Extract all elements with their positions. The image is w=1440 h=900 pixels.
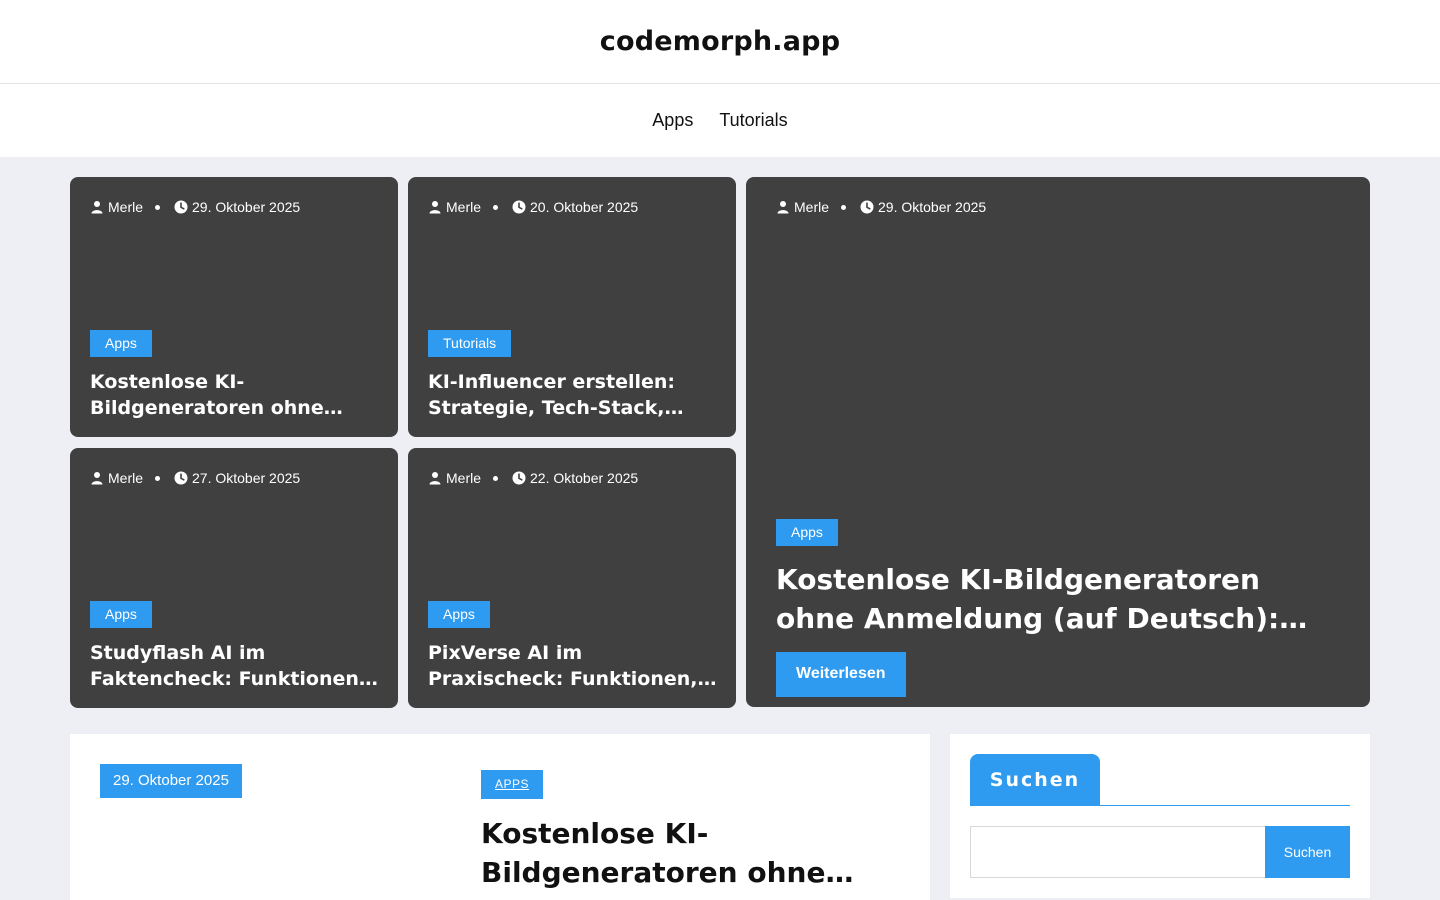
search-button[interactable]: Suchen (1265, 826, 1350, 878)
card-author[interactable]: Merle (446, 470, 481, 486)
site-title-link[interactable]: codemorph.app (600, 26, 840, 57)
meta-separator (841, 204, 847, 210)
card-author[interactable]: Merle (794, 199, 829, 215)
user-icon (91, 201, 103, 214)
card-author[interactable]: Merle (108, 199, 143, 215)
card-date[interactable]: 29. Oktober 2025 (878, 199, 986, 215)
featured-card[interactable]: Merle 20. Oktober 2025 Tutorials KI-Infl… (408, 177, 736, 437)
category-badge[interactable]: Apps (428, 601, 490, 628)
featured-card[interactable]: Merle 27. Oktober 2025 Apps Studyflash A… (70, 448, 398, 708)
sidebar-search-widget: Suchen Suchen (950, 734, 1370, 898)
card-date[interactable]: 22. Oktober 2025 (530, 470, 638, 486)
card-meta: Merle 29. Oktober 2025 (90, 199, 300, 215)
meta-separator (493, 475, 499, 481)
site-header: codemorph.app (0, 0, 1440, 84)
card-meta: Merle 27. Oktober 2025 (90, 470, 300, 486)
card-content: Apps Studyflash AI im Faktencheck: Funkt… (90, 601, 382, 692)
card-date[interactable]: 20. Oktober 2025 (530, 199, 638, 215)
clock-icon (512, 471, 526, 485)
card-content: Apps Kostenlose KI-Bildgeneratoren ohne … (90, 330, 382, 421)
article-category-badge[interactable]: APPS (481, 770, 544, 799)
card-date[interactable]: 27. Oktober 2025 (192, 470, 300, 486)
card-title[interactable]: Kostenlose KI-Bildgeneratoren ohne Anmel… (90, 369, 382, 421)
card-title[interactable]: Kostenlose KI-Bildgeneratoren ohne Anmel… (776, 560, 1340, 638)
main-nav: Apps Tutorials (0, 84, 1440, 157)
meta-separator (155, 204, 161, 210)
widget-title: Suchen (970, 754, 1100, 806)
category-badge[interactable]: Tutorials (428, 330, 512, 357)
category-badge[interactable]: Apps (90, 601, 152, 628)
card-content: Apps Kostenlose KI-Bildgeneratoren ohne … (776, 519, 1340, 697)
card-meta: Merle 22. Oktober 2025 (428, 470, 638, 486)
nav-item-apps[interactable]: Apps (652, 110, 693, 131)
card-title[interactable]: PixVerse AI im Praxischeck: Funktionen, … (428, 640, 720, 692)
search-input[interactable] (970, 826, 1266, 878)
meta-separator (155, 475, 161, 481)
card-meta: Merle 29. Oktober 2025 (776, 199, 986, 215)
article-panel: 29. Oktober 2025 APPS Kostenlose KI-Bild… (70, 734, 930, 900)
card-title[interactable]: KI-Influencer erstellen: Strategie, Tech… (428, 369, 720, 421)
featured-card[interactable]: Merle 29. Oktober 2025 Apps Kostenlose K… (70, 177, 398, 437)
featured-card[interactable]: Merle 22. Oktober 2025 Apps PixVerse AI … (408, 448, 736, 708)
featured-card-large[interactable]: Merle 29. Oktober 2025 Apps Kostenlose K… (746, 177, 1370, 707)
user-icon (429, 472, 441, 485)
clock-icon (860, 200, 874, 214)
article-date-badge: 29. Oktober 2025 (100, 764, 242, 798)
clock-icon (512, 200, 526, 214)
clock-icon (174, 200, 188, 214)
widget-header: Suchen (970, 754, 1350, 806)
card-author[interactable]: Merle (446, 199, 481, 215)
meta-separator (493, 204, 499, 210)
card-author[interactable]: Merle (108, 470, 143, 486)
card-date[interactable]: 29. Oktober 2025 (192, 199, 300, 215)
card-meta: Merle 20. Oktober 2025 (428, 199, 638, 215)
card-title[interactable]: Studyflash AI im Faktencheck: Funktionen… (90, 640, 382, 692)
user-icon (91, 472, 103, 485)
user-icon (777, 201, 789, 214)
nav-item-tutorials[interactable]: Tutorials (719, 110, 787, 131)
read-more-button[interactable]: Weiterlesen (776, 652, 906, 697)
clock-icon (174, 471, 188, 485)
user-icon (429, 201, 441, 214)
card-content: Tutorials KI-Influencer erstellen: Strat… (428, 330, 720, 421)
category-badge[interactable]: Apps (776, 519, 838, 546)
article-title[interactable]: Kostenlose KI-Bildgeneratoren ohne Anmel… (481, 814, 881, 892)
category-badge[interactable]: Apps (90, 330, 152, 357)
card-content: Apps PixVerse AI im Praxischeck: Funktio… (428, 601, 720, 692)
